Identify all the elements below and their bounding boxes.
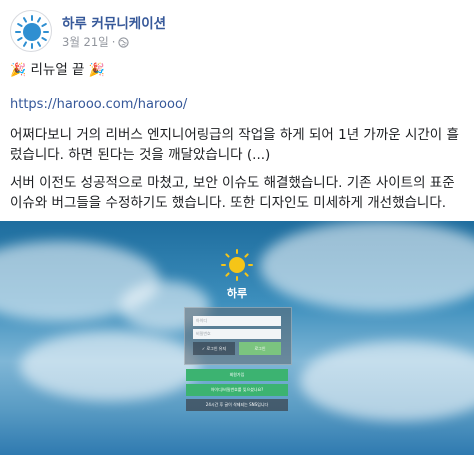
hero-logo-text: 하루 bbox=[226, 287, 248, 300]
cloud-shape bbox=[260, 221, 474, 311]
post-title-line: 🎉 리뉴얼 끝 🎉 bbox=[10, 60, 465, 81]
post-header: 하루 커뮤니케이션 3월 21일 · bbox=[10, 10, 450, 54]
find-account-button: 아이디/비밀번호를 잊으셨나요? bbox=[186, 384, 288, 396]
password-input: 비밀번호 bbox=[193, 329, 281, 339]
login-row: ✓ 로그인 유지 로그인 bbox=[193, 342, 281, 355]
post-paragraph-2: 서버 이전도 성공적으로 마쳤고, 보안 이슈도 해결했습니다. 기존 사이트의… bbox=[10, 175, 455, 211]
cloud-shape bbox=[20, 331, 200, 401]
post-paragraph-1: 어쩌다보니 거의 리버스 엔지니어링급의 작업을 하게 되어 1년 가까운 시간… bbox=[10, 127, 459, 163]
login-box: 아이디 비밀번호 ✓ 로그인 유지 로그인 bbox=[184, 307, 292, 365]
globe-icon[interactable] bbox=[118, 37, 130, 48]
cloud-shape bbox=[300, 341, 474, 421]
link-preview-image[interactable]: 하루 아이디 비밀번호 ✓ 로그인 유지 로그인 회원가입 아이디/비밀번호를 … bbox=[0, 221, 474, 455]
party-popper-icon: 🎉 bbox=[88, 63, 105, 78]
notice-banner: 24시간 후 글이 삭제되는 SNS입니다 bbox=[186, 399, 288, 411]
hero-logo: 하루 bbox=[216, 247, 258, 307]
post-link[interactable]: https://harooo.com/harooo/ bbox=[10, 95, 465, 115]
sun-logo-icon bbox=[15, 15, 49, 49]
signup-button: 회원가입 bbox=[186, 369, 288, 381]
page-avatar[interactable] bbox=[10, 10, 52, 52]
post-body: 🎉 리뉴얼 끝 🎉 https://harooo.com/harooo/ 어쩌다… bbox=[10, 60, 465, 221]
meta-separator: · bbox=[111, 35, 116, 49]
post-meta: 3월 21일 · bbox=[62, 34, 130, 50]
keep-login-toggle: ✓ 로그인 유지 bbox=[193, 342, 235, 355]
login-button: 로그인 bbox=[239, 342, 281, 355]
post-date[interactable]: 3월 21일 bbox=[62, 35, 109, 49]
username-input: 아이디 bbox=[193, 316, 281, 326]
post-title: 리뉴얼 끝 bbox=[30, 62, 85, 78]
facebook-post: 하루 커뮤니케이션 3월 21일 · 🎉 리뉴얼 끝 🎉 https://haro… bbox=[0, 0, 474, 455]
party-popper-icon: 🎉 bbox=[10, 63, 27, 78]
page-name-link[interactable]: 하루 커뮤니케이션 bbox=[62, 12, 166, 32]
sun-logo-icon bbox=[221, 249, 253, 281]
